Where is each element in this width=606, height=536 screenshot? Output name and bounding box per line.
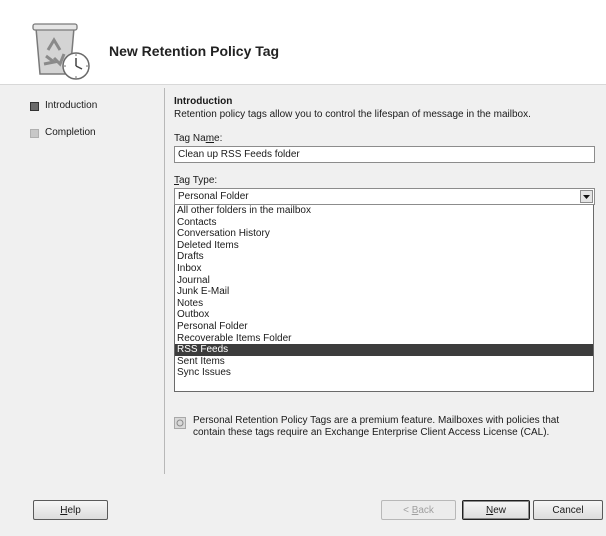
nav-divider (164, 88, 165, 474)
tag-type-label: Tag Type: (174, 175, 594, 188)
back-button[interactable]: < Back (381, 500, 456, 520)
wizard-dialog: New Retention Policy Tag Introduction Co… (0, 0, 606, 536)
tag-name-label-accesskey: m (205, 133, 215, 144)
dropdown-option[interactable]: Conversation History (175, 228, 593, 240)
tag-name-label-text: Tag Na (174, 133, 206, 144)
tag-name-label-text-end: e: (214, 133, 223, 144)
cancel-button[interactable]: Cancel (533, 500, 603, 520)
new-label: ew (493, 505, 507, 516)
tag-name-input[interactable]: Clean up RSS Feeds folder (174, 146, 595, 163)
nav-status-active-icon (30, 101, 39, 111)
dropdown-option[interactable]: Junk E-Mail (175, 286, 593, 298)
back-label: ack (418, 505, 434, 516)
tag-type-select[interactable]: Personal Folder (174, 188, 595, 205)
recycle-clock-icon (24, 16, 92, 82)
dropdown-option[interactable]: Deleted Items (175, 240, 593, 252)
license-note: Personal Retention Policy Tags are a pre… (174, 415, 594, 439)
dropdown-option[interactable]: Contacts (175, 217, 593, 229)
tag-type-selected-value: Personal Folder (178, 191, 249, 202)
dropdown-option[interactable]: Notes (175, 298, 593, 310)
dropdown-option[interactable]: Outbox (175, 309, 593, 321)
nav-item-label: Completion (45, 127, 96, 138)
back-prefix: < (403, 505, 412, 516)
tag-type-dropdown-list: All other folders in the mailbox Contact… (174, 205, 594, 392)
dropdown-option[interactable]: All other folders in the mailbox (175, 205, 593, 217)
dropdown-option[interactable]: Personal Folder (175, 321, 593, 333)
help-label: elp (67, 505, 81, 516)
wizard-content: Introduction Retention policy tags allow… (174, 96, 595, 392)
new-button[interactable]: New (462, 500, 530, 520)
page-title: New Retention Policy Tag (109, 43, 280, 59)
license-note-text: Personal Retention Policy Tags are a pre… (193, 415, 560, 438)
nav-status-inactive-icon (30, 128, 39, 138)
wizard-nav: Introduction Completion (30, 98, 160, 152)
tag-name-label: Tag Name: (174, 133, 594, 146)
dropdown-option[interactable]: Drafts (175, 251, 593, 263)
wizard-header: New Retention Policy Tag (0, 0, 606, 85)
help-button[interactable]: Help (33, 500, 108, 520)
dropdown-option[interactable]: Sync Issues (175, 367, 593, 379)
dropdown-option[interactable]: Recoverable Items Folder (175, 333, 593, 345)
dropdown-option-highlighted[interactable]: RSS Feeds (175, 344, 593, 356)
chevron-down-icon[interactable] (580, 190, 593, 203)
nav-item-introduction[interactable]: Introduction (30, 98, 160, 114)
section-description: Retention policy tags allow you to contr… (174, 109, 531, 120)
nav-item-completion[interactable]: Completion (30, 125, 160, 141)
dropdown-option[interactable]: Sent Items (175, 356, 593, 368)
section-title: Introduction (174, 96, 233, 107)
nav-item-label: Introduction (45, 100, 98, 111)
dropdown-option[interactable]: Journal (175, 275, 593, 287)
tag-type-label-text: ag Type: (179, 175, 218, 186)
info-icon (174, 417, 186, 429)
dropdown-option[interactable]: Inbox (175, 263, 593, 275)
